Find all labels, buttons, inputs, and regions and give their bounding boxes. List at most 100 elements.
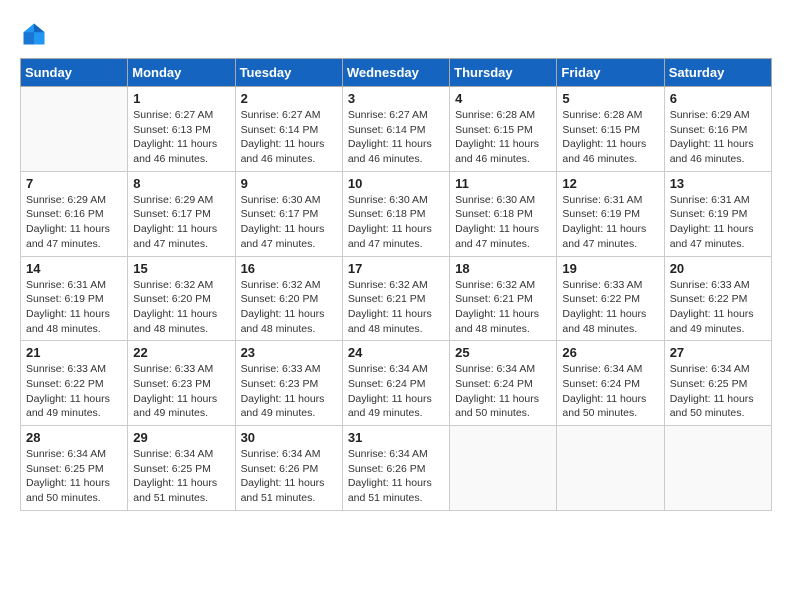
calendar-cell: 9 Sunrise: 6:30 AMSunset: 6:17 PMDaylight… [235,171,342,256]
day-number: 12 [562,176,658,191]
day-info: Sunrise: 6:34 AMSunset: 6:25 PMDaylight:… [133,447,229,506]
page-header [20,20,772,48]
day-info: Sunrise: 6:32 AMSunset: 6:20 PMDaylight:… [133,278,229,337]
day-info: Sunrise: 6:33 AMSunset: 6:22 PMDaylight:… [562,278,658,337]
day-number: 21 [26,345,122,360]
day-number: 22 [133,345,229,360]
calendar-cell: 28 Sunrise: 6:34 AMSunset: 6:25 PMDayligh… [21,426,128,511]
day-info: Sunrise: 6:33 AMSunset: 6:22 PMDaylight:… [670,278,766,337]
day-header-friday: Friday [557,59,664,87]
day-info: Sunrise: 6:34 AMSunset: 6:24 PMDaylight:… [348,362,444,421]
day-info: Sunrise: 6:27 AMSunset: 6:14 PMDaylight:… [348,108,444,167]
calendar-week-row: 1 Sunrise: 6:27 AMSunset: 6:13 PMDaylight… [21,87,772,172]
day-info: Sunrise: 6:30 AMSunset: 6:17 PMDaylight:… [241,193,337,252]
day-header-thursday: Thursday [450,59,557,87]
day-header-wednesday: Wednesday [342,59,449,87]
day-info: Sunrise: 6:28 AMSunset: 6:15 PMDaylight:… [562,108,658,167]
calendar-cell: 29 Sunrise: 6:34 AMSunset: 6:25 PMDayligh… [128,426,235,511]
calendar-cell: 12Sunrise: 6:31 AMSunset: 6:19 PMDayligh… [557,171,664,256]
day-info: Sunrise: 6:32 AMSunset: 6:21 PMDaylight:… [348,278,444,337]
day-info: Sunrise: 6:29 AMSunset: 6:17 PMDaylight:… [133,193,229,252]
day-info: Sunrise: 6:34 AMSunset: 6:26 PMDaylight:… [348,447,444,506]
day-number: 23 [241,345,337,360]
day-number: 9 [241,176,337,191]
day-info: Sunrise: 6:29 AMSunset: 6:16 PMDaylight:… [26,193,122,252]
calendar-week-row: 7Sunrise: 6:29 AMSunset: 6:16 PMDaylight… [21,171,772,256]
calendar-cell: 30Sunrise: 6:34 AMSunset: 6:26 PMDayligh… [235,426,342,511]
day-info: Sunrise: 6:34 AMSunset: 6:24 PMDaylight:… [562,362,658,421]
calendar-cell: 5Sunrise: 6:28 AMSunset: 6:15 PMDaylight… [557,87,664,172]
calendar-week-row: 14Sunrise: 6:31 AMSunset: 6:19 PMDayligh… [21,256,772,341]
day-info: Sunrise: 6:27 AMSunset: 6:13 PMDaylight:… [133,108,229,167]
day-number: 15 [133,261,229,276]
day-number: 10 [348,176,444,191]
calendar-cell: 6 Sunrise: 6:29 AMSunset: 6:16 PMDaylight… [664,87,771,172]
calendar-week-row: 28 Sunrise: 6:34 AMSunset: 6:25 PMDayligh… [21,426,772,511]
calendar-cell: 27 Sunrise: 6:34 AMSunset: 6:25 PMDayligh… [664,341,771,426]
day-number: 3 [348,91,444,106]
calendar-cell: 16 Sunrise: 6:32 AMSunset: 6:20 PMDayligh… [235,256,342,341]
calendar-cell: 15 Sunrise: 6:32 AMSunset: 6:20 PMDayligh… [128,256,235,341]
day-number: 24 [348,345,444,360]
calendar-cell: 10Sunrise: 6:30 AMSunset: 6:18 PMDayligh… [342,171,449,256]
day-number: 20 [670,261,766,276]
day-number: 11 [455,176,551,191]
day-number: 19 [562,261,658,276]
calendar-cell: 24 Sunrise: 6:34 AMSunset: 6:24 PMDayligh… [342,341,449,426]
calendar-week-row: 21Sunrise: 6:33 AMSunset: 6:22 PMDayligh… [21,341,772,426]
calendar-header-row: SundayMondayTuesdayWednesdayThursdayFrid… [21,59,772,87]
logo [20,20,52,48]
day-info: Sunrise: 6:30 AMSunset: 6:18 PMDaylight:… [455,193,551,252]
day-number: 6 [670,91,766,106]
day-number: 2 [241,91,337,106]
calendar-cell [664,426,771,511]
day-header-tuesday: Tuesday [235,59,342,87]
calendar-cell: 13Sunrise: 6:31 AMSunset: 6:19 PMDayligh… [664,171,771,256]
calendar-cell: 31 Sunrise: 6:34 AMSunset: 6:26 PMDayligh… [342,426,449,511]
calendar-cell [557,426,664,511]
day-number: 4 [455,91,551,106]
calendar-cell: 23Sunrise: 6:33 AMSunset: 6:23 PMDayligh… [235,341,342,426]
calendar-cell: 8 Sunrise: 6:29 AMSunset: 6:17 PMDaylight… [128,171,235,256]
calendar-cell: 1 Sunrise: 6:27 AMSunset: 6:13 PMDaylight… [128,87,235,172]
day-info: Sunrise: 6:33 AMSunset: 6:23 PMDaylight:… [133,362,229,421]
calendar-cell: 17 Sunrise: 6:32 AMSunset: 6:21 PMDayligh… [342,256,449,341]
calendar-cell: 25 Sunrise: 6:34 AMSunset: 6:24 PMDayligh… [450,341,557,426]
day-info: Sunrise: 6:34 AMSunset: 6:24 PMDaylight:… [455,362,551,421]
day-number: 27 [670,345,766,360]
day-number: 13 [670,176,766,191]
calendar-cell: 20 Sunrise: 6:33 AMSunset: 6:22 PMDayligh… [664,256,771,341]
day-info: Sunrise: 6:32 AMSunset: 6:21 PMDaylight:… [455,278,551,337]
day-number: 8 [133,176,229,191]
day-header-monday: Monday [128,59,235,87]
calendar-table: SundayMondayTuesdayWednesdayThursdayFrid… [20,58,772,511]
calendar-cell: 18 Sunrise: 6:32 AMSunset: 6:21 PMDayligh… [450,256,557,341]
day-header-saturday: Saturday [664,59,771,87]
calendar-cell: 26 Sunrise: 6:34 AMSunset: 6:24 PMDayligh… [557,341,664,426]
day-number: 26 [562,345,658,360]
day-number: 31 [348,430,444,445]
day-number: 1 [133,91,229,106]
calendar-cell: 2Sunrise: 6:27 AMSunset: 6:14 PMDaylight… [235,87,342,172]
day-number: 17 [348,261,444,276]
logo-icon [20,20,48,48]
day-number: 18 [455,261,551,276]
calendar-cell: 4Sunrise: 6:28 AMSunset: 6:15 PMDaylight… [450,87,557,172]
day-number: 16 [241,261,337,276]
calendar-cell: 22 Sunrise: 6:33 AMSunset: 6:23 PMDayligh… [128,341,235,426]
day-number: 25 [455,345,551,360]
day-number: 28 [26,430,122,445]
day-header-sunday: Sunday [21,59,128,87]
day-info: Sunrise: 6:34 AMSunset: 6:26 PMDaylight:… [241,447,337,506]
day-info: Sunrise: 6:32 AMSunset: 6:20 PMDaylight:… [241,278,337,337]
calendar-cell [450,426,557,511]
day-info: Sunrise: 6:31 AMSunset: 6:19 PMDaylight:… [26,278,122,337]
day-info: Sunrise: 6:34 AMSunset: 6:25 PMDaylight:… [26,447,122,506]
calendar-cell [21,87,128,172]
day-number: 29 [133,430,229,445]
calendar-cell: 11 Sunrise: 6:30 AMSunset: 6:18 PMDayligh… [450,171,557,256]
day-info: Sunrise: 6:34 AMSunset: 6:25 PMDaylight:… [670,362,766,421]
day-info: Sunrise: 6:29 AMSunset: 6:16 PMDaylight:… [670,108,766,167]
calendar-cell: 21Sunrise: 6:33 AMSunset: 6:22 PMDayligh… [21,341,128,426]
calendar-cell: 3 Sunrise: 6:27 AMSunset: 6:14 PMDaylight… [342,87,449,172]
